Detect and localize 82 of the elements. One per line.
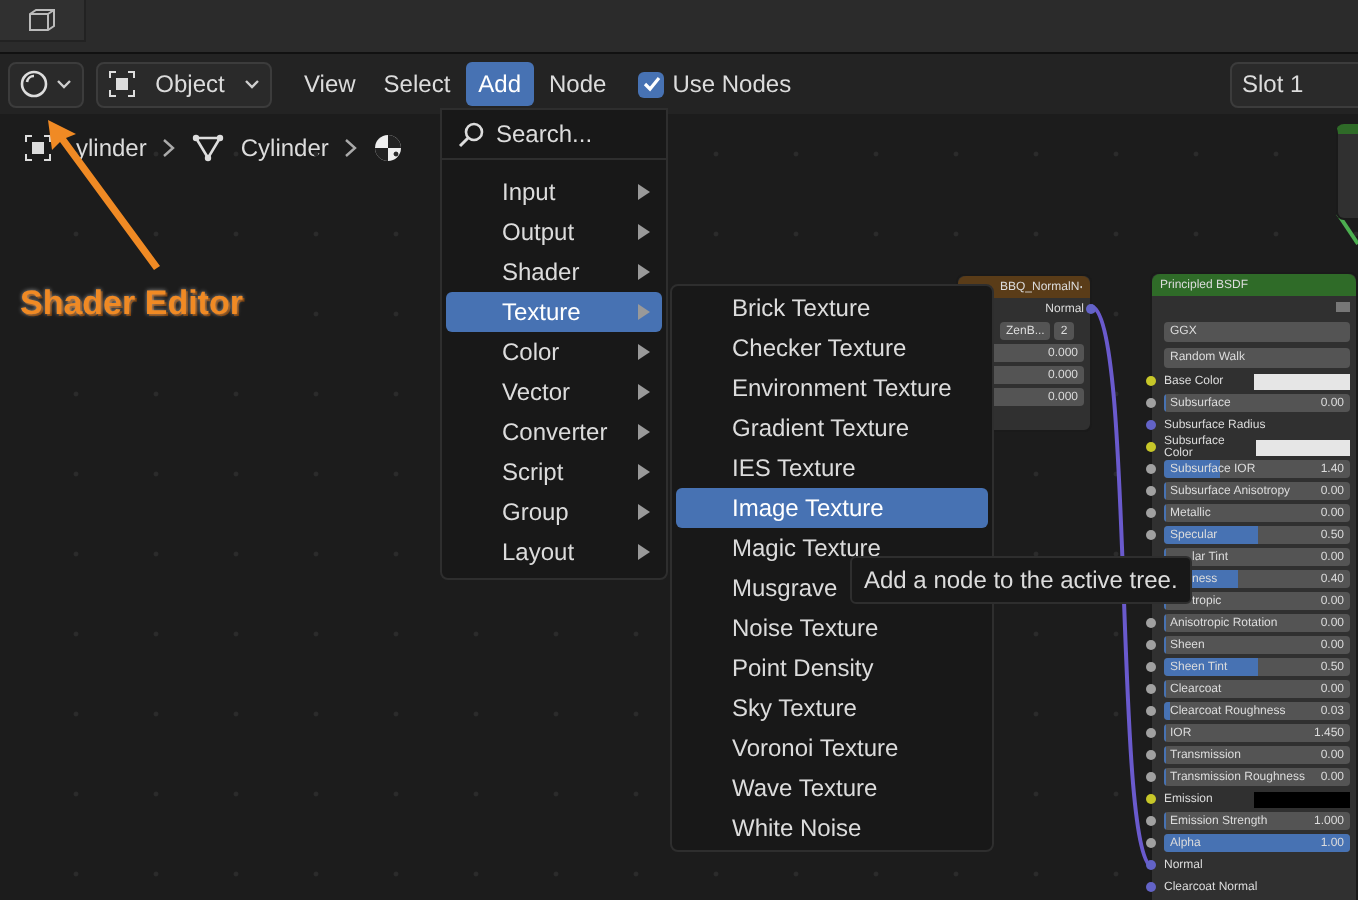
submenu-arrow-icon xyxy=(638,344,650,360)
socket-dot[interactable] xyxy=(1146,486,1156,496)
slot-dropdown[interactable]: Slot 1 xyxy=(1230,61,1358,107)
material-icon xyxy=(374,134,403,162)
socket-dot[interactable] xyxy=(1146,860,1156,870)
submenu-arrow-icon xyxy=(638,224,650,240)
socket-dot[interactable] xyxy=(1146,398,1156,408)
socket-dot[interactable] xyxy=(1146,728,1156,738)
socket-dot[interactable] xyxy=(1146,750,1156,760)
chevron-icon xyxy=(56,78,72,90)
tooltip: Add a node to the active tree. xyxy=(850,556,1192,604)
menu-item[interactable]: Output xyxy=(446,212,662,252)
submenu-arrow-icon xyxy=(638,544,650,560)
viewport-tab[interactable] xyxy=(0,0,86,42)
socket-dot[interactable] xyxy=(1146,420,1156,430)
socket-dot[interactable] xyxy=(1146,772,1156,782)
chevron-icon xyxy=(344,138,359,158)
socket-dot[interactable] xyxy=(1146,684,1156,694)
shader-ball-icon xyxy=(20,70,48,98)
search-icon xyxy=(458,121,484,147)
chevron-icon xyxy=(162,138,177,158)
menu-item[interactable]: Select xyxy=(371,62,463,106)
menu-item[interactable]: Vector xyxy=(446,372,662,412)
menu-item[interactable]: Layout xyxy=(446,532,662,572)
object-icon xyxy=(24,134,52,162)
chevron-icon xyxy=(244,78,260,90)
menu-item[interactable]: Brick Texture xyxy=(676,288,988,328)
mode-dropdown[interactable]: Object xyxy=(96,61,272,107)
menu-item[interactable]: Group xyxy=(446,492,662,532)
socket-dot[interactable] xyxy=(1146,640,1156,650)
checkbox-label: Use Nodes xyxy=(672,70,792,98)
breadcrumb-item[interactable]: ylinder xyxy=(76,134,147,162)
search-field[interactable]: Search... xyxy=(496,120,593,148)
submenu-arrow-icon xyxy=(638,424,650,440)
menu-item[interactable]: Input xyxy=(446,172,662,212)
socket-dot[interactable] xyxy=(1146,816,1156,826)
menu-item[interactable]: White Noise xyxy=(676,808,988,848)
socket-dot[interactable] xyxy=(1146,508,1156,518)
breadcrumb-item[interactable]: Cylinder xyxy=(240,134,329,162)
socket-dot[interactable] xyxy=(1146,706,1156,716)
socket-dot[interactable] xyxy=(1146,530,1156,540)
socket-dot[interactable] xyxy=(1146,882,1156,892)
socket-dot[interactable] xyxy=(1146,838,1156,848)
editor-type-button[interactable] xyxy=(8,61,84,107)
submenu-arrow-icon xyxy=(638,304,650,320)
menu-item[interactable]: Voronoi Texture xyxy=(676,728,988,768)
cube-icon xyxy=(28,8,56,32)
menu-item[interactable]: Add xyxy=(466,62,534,106)
menu-item[interactable]: IES Texture xyxy=(676,448,988,488)
menu-item[interactable]: Texture xyxy=(446,292,662,332)
submenu-arrow-icon xyxy=(638,184,650,200)
menu-item[interactable]: Noise Texture xyxy=(676,608,988,648)
menu-item[interactable]: Shader xyxy=(446,252,662,292)
use-nodes-checkbox[interactable] xyxy=(638,71,665,97)
socket-dot[interactable] xyxy=(1146,376,1156,386)
socket-dot[interactable] xyxy=(1146,618,1156,628)
menu-item[interactable]: Image Texture xyxy=(676,488,988,528)
color-swatch[interactable] xyxy=(1254,791,1350,807)
menu-item[interactable]: Sky Texture xyxy=(676,688,988,728)
submenu-arrow-icon xyxy=(638,464,650,480)
color-swatch[interactable] xyxy=(1255,439,1350,455)
submenu-arrow-icon xyxy=(638,504,650,520)
menu-item[interactable]: Color xyxy=(446,332,662,372)
socket-dot[interactable] xyxy=(1146,794,1156,804)
menu-item[interactable]: Script xyxy=(446,452,662,492)
socket-dot[interactable] xyxy=(1146,662,1156,672)
menu-item[interactable]: Converter xyxy=(446,412,662,452)
socket-dot[interactable] xyxy=(1146,442,1156,452)
menu-item[interactable]: View xyxy=(292,62,368,106)
socket-dot[interactable] xyxy=(1146,464,1156,474)
submenu-arrow-icon xyxy=(638,264,650,280)
object-icon xyxy=(108,70,136,98)
menu-item[interactable]: Gradient Texture xyxy=(676,408,988,448)
socket-dot[interactable] xyxy=(1086,304,1096,314)
annotation-label: Shader Editor xyxy=(20,284,243,324)
submenu-arrow-icon xyxy=(638,384,650,400)
menu-item[interactable]: Node xyxy=(537,62,619,106)
menu-item[interactable]: Wave Texture xyxy=(676,768,988,808)
mesh-icon xyxy=(192,134,225,162)
color-swatch[interactable] xyxy=(1254,373,1350,389)
node-preview-icon xyxy=(1336,302,1350,312)
menu-item[interactable]: Point Density xyxy=(676,648,988,688)
